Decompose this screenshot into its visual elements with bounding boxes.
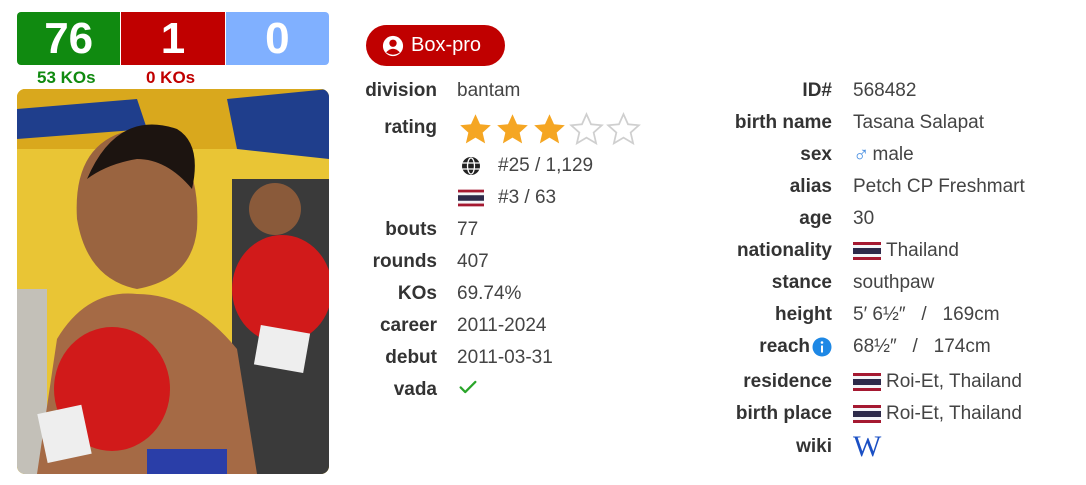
male-icon: ♂	[853, 142, 870, 167]
row-residence: residence Roi-Et, Thailand	[0, 367, 1086, 397]
wikipedia-icon[interactable]: W	[853, 430, 881, 464]
reach-label: reach	[759, 336, 810, 357]
wiki-label: wiki	[796, 436, 832, 457]
residence-label: residence	[743, 371, 832, 392]
user-circle-icon	[382, 35, 404, 56]
reach-value: 68½″ / 174cm	[853, 336, 991, 357]
birth-name-value: Tasana Salapat	[853, 112, 984, 133]
row-nationality: nationality Thailand	[0, 236, 1086, 266]
sex-value-wrap: ♂ male	[853, 142, 914, 168]
wins-count: 76	[17, 12, 122, 65]
thailand-flag-icon	[853, 242, 881, 260]
row-wiki: wiki W	[0, 430, 1086, 464]
alias-label: alias	[789, 176, 832, 197]
row-sex: sex ♂ male	[0, 140, 1086, 170]
category-badge[interactable]: Box-pro	[366, 25, 505, 66]
height-value: 5′ 6½″ / 169cm	[853, 304, 1000, 325]
nationality-value-wrap[interactable]: Thailand	[853, 240, 959, 262]
info-icon[interactable]	[812, 337, 832, 357]
residence-value-wrap[interactable]: Roi-Et, Thailand	[853, 371, 1022, 393]
thailand-flag-icon	[853, 373, 881, 391]
nationality-value: Thailand	[886, 240, 959, 261]
fight-record: 76 1 0	[17, 12, 329, 65]
sex-label: sex	[800, 144, 832, 165]
birth-place-value-wrap[interactable]: Roi-Et, Thailand	[853, 403, 1022, 425]
row-age: age 30	[0, 204, 1086, 234]
id-label: ID#	[802, 80, 832, 101]
draws-count: 0	[225, 12, 329, 65]
nationality-label: nationality	[736, 240, 832, 261]
row-alias: alias Petch CP Freshmart	[0, 172, 1086, 202]
row-birth-name: birth name Tasana Salapat	[0, 108, 1086, 138]
alias-value: Petch CP Freshmart	[853, 176, 1025, 197]
birth-name-label: birth name	[734, 112, 832, 133]
sex-value: male	[872, 144, 914, 165]
row-reach: reach 68½″ / 174cm	[0, 332, 1086, 362]
row-birth-place: birth place Roi-Et, Thailand	[0, 399, 1086, 429]
height-label: height	[775, 304, 832, 325]
residence-value: Roi-Et, Thailand	[886, 371, 1022, 392]
stance-value: southpaw	[853, 272, 935, 293]
category-label: Box-pro	[411, 34, 482, 56]
id-value: 568482	[853, 80, 917, 101]
age-label: age	[799, 208, 832, 229]
row-id: ID# 568482	[0, 76, 1086, 106]
stance-label: stance	[771, 272, 832, 293]
age-value: 30	[853, 208, 875, 229]
birth-place-value: Roi-Et, Thailand	[886, 403, 1022, 424]
birth-place-label: birth place	[735, 403, 832, 424]
row-stance: stance southpaw	[0, 268, 1086, 298]
losses-count: 1	[121, 12, 226, 65]
thailand-flag-icon	[853, 405, 881, 423]
row-height: height 5′ 6½″ / 169cm	[0, 300, 1086, 330]
